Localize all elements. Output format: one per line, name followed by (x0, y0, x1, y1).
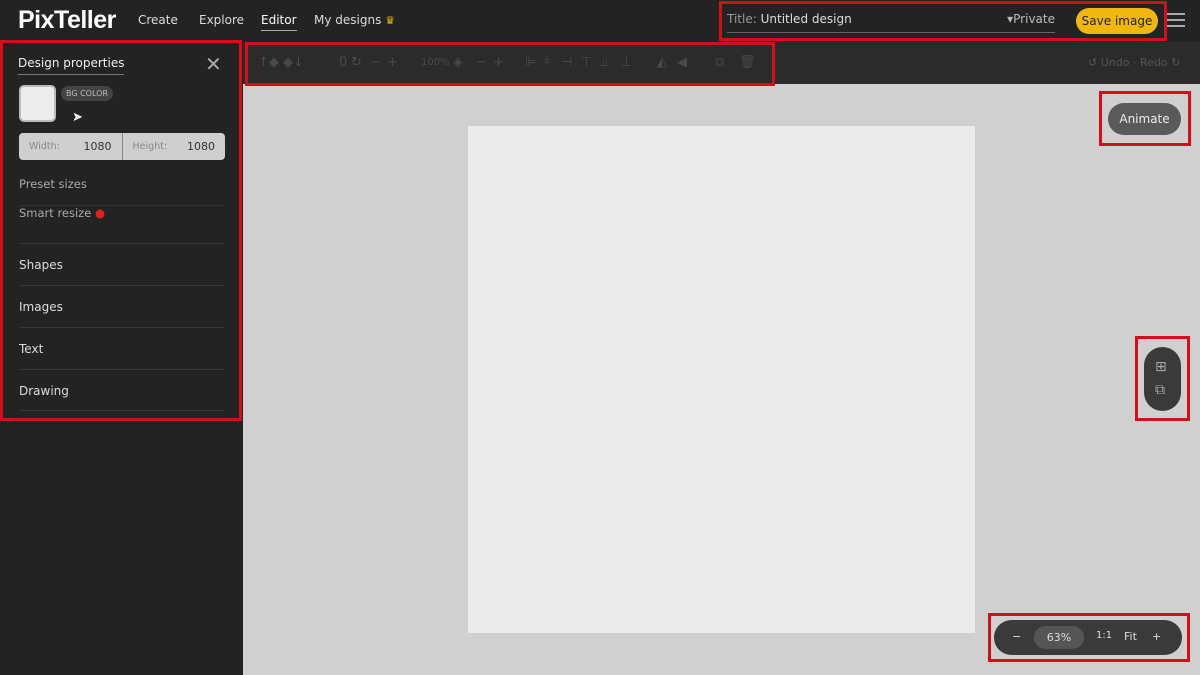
undo-redo: ↺ Undo · Redo ↻ (1088, 56, 1181, 69)
nav-editor[interactable]: Editor (261, 13, 297, 31)
highlight-box (0, 40, 242, 421)
nav-create[interactable]: Create (138, 13, 178, 27)
undo-button[interactable]: ↺ Undo (1088, 56, 1129, 69)
undo-label: Undo (1100, 56, 1130, 69)
highlight-box (245, 42, 775, 86)
highlight-box (719, 1, 1167, 41)
hamburger-menu-icon[interactable] (1167, 13, 1185, 27)
highlight-box (1099, 91, 1191, 146)
nav-explore[interactable]: Explore (199, 13, 244, 27)
highlight-box (1135, 336, 1190, 421)
crown-icon: ♛ (385, 14, 396, 27)
logo[interactable]: PixTeller (18, 6, 116, 35)
redo-label: Redo (1139, 56, 1168, 69)
design-canvas[interactable] (468, 126, 975, 633)
nav-my-designs[interactable]: My designs ♛ (314, 13, 395, 27)
nav-my-designs-label: My designs (314, 13, 382, 27)
redo-button[interactable]: Redo ↻ (1140, 56, 1180, 69)
highlight-box (988, 613, 1190, 662)
